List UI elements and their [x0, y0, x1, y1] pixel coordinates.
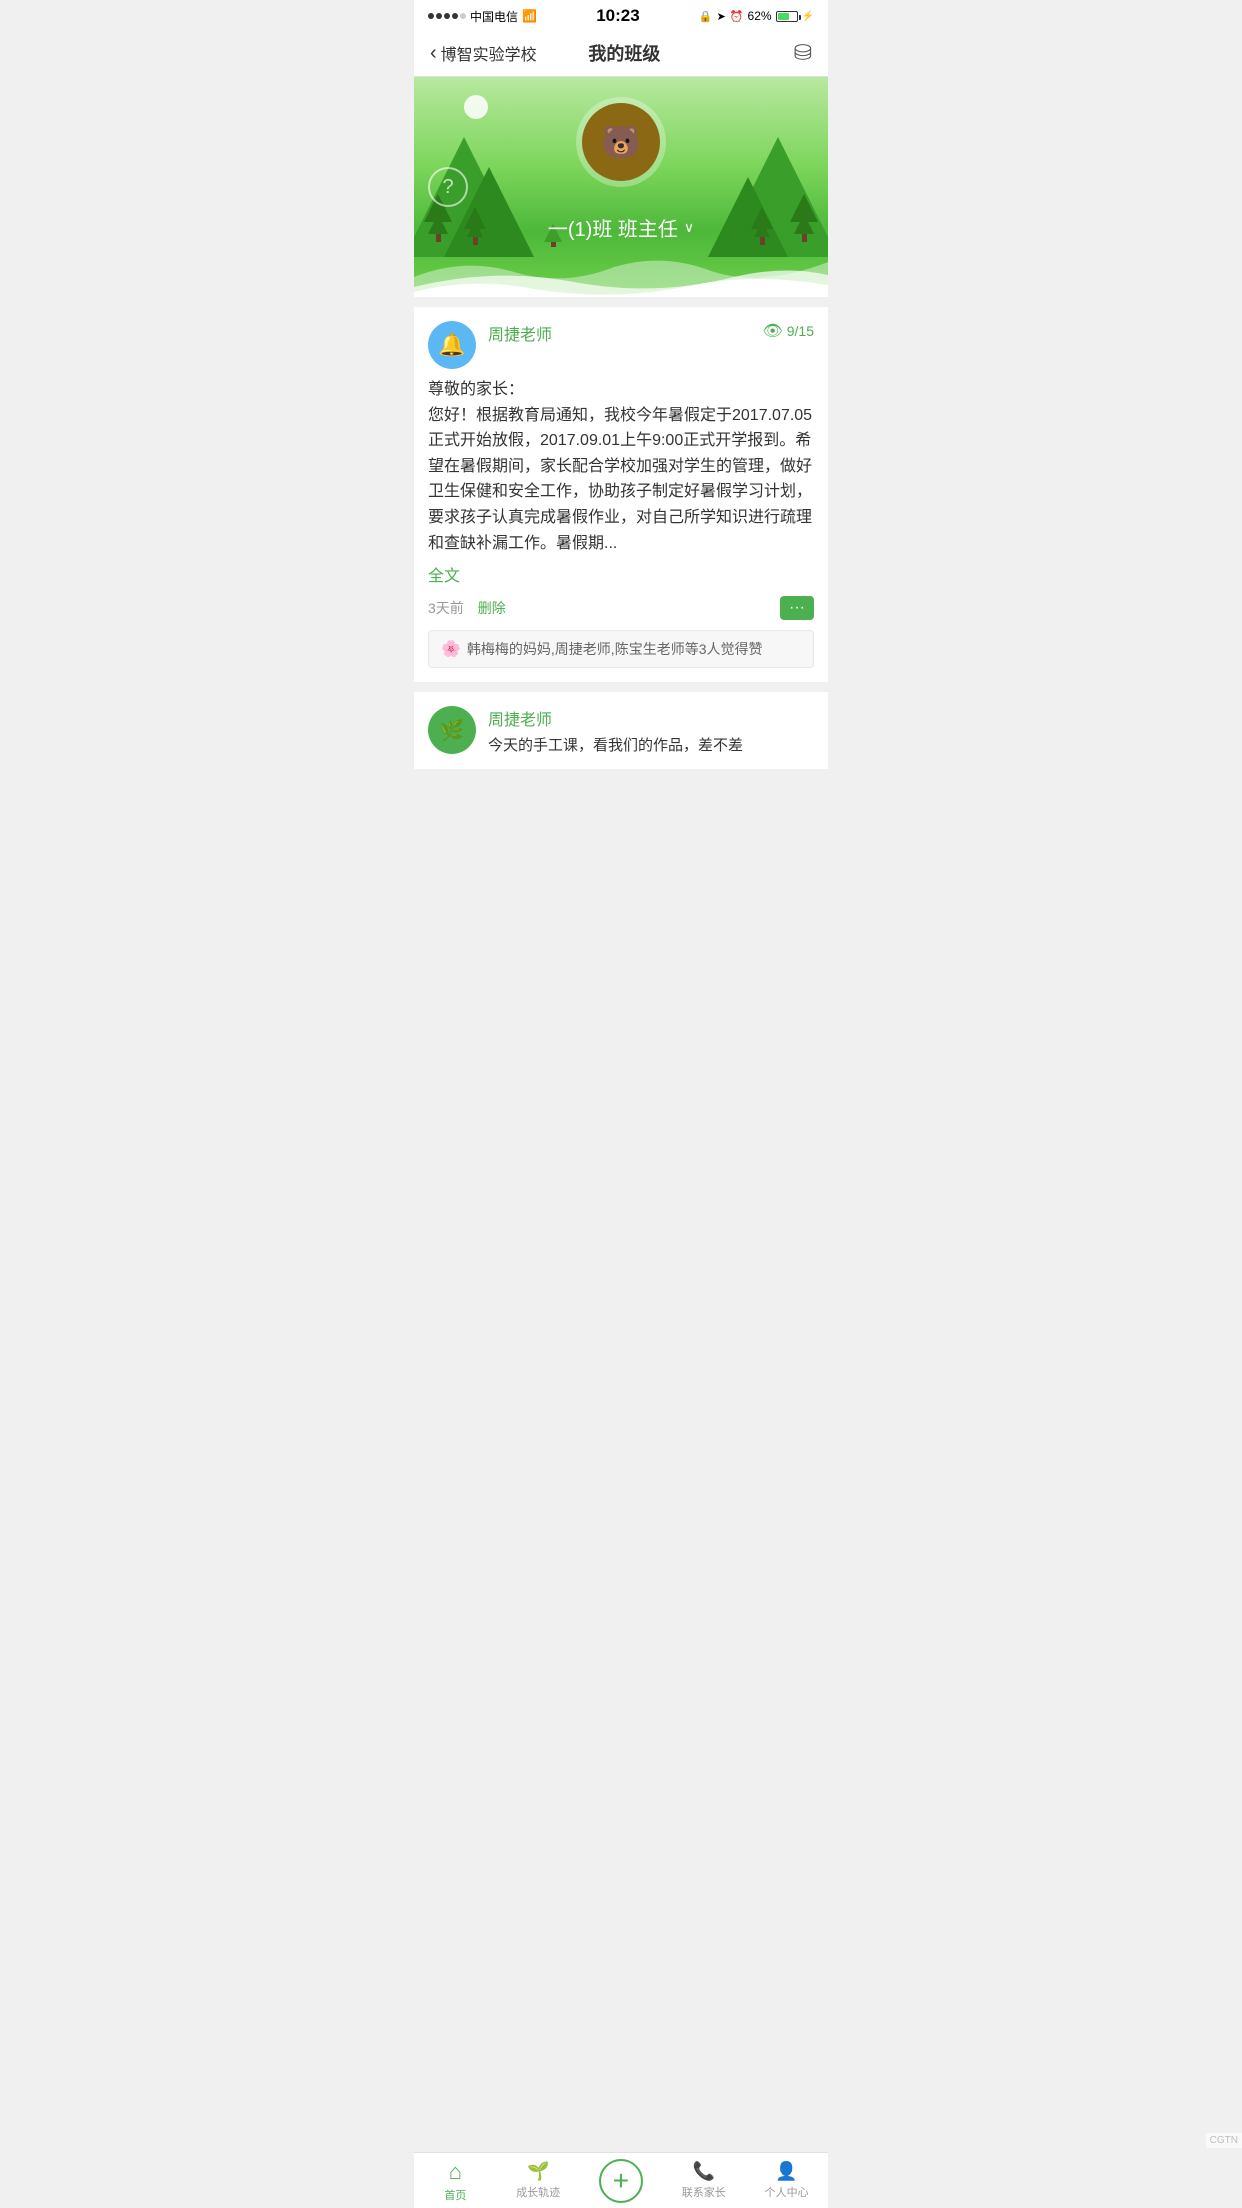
post-text-1: 您好！根据教育局通知，我校今年暑假定于2017.07.05正式开始放假，2017… [428, 403, 814, 557]
back-arrow-icon: ‹ [430, 42, 437, 65]
post-author-1[interactable]: 周捷老师 [488, 321, 750, 345]
wifi-icon: 📶 [522, 9, 537, 23]
nav-title: 我的班级 [537, 40, 712, 66]
plus-icon: + [613, 2165, 629, 2197]
tab-profile-label: 个人中心 [765, 2184, 809, 2200]
content-area: 🔔 周捷老师 👁 9/15 尊敬的家长： 您好！根据教育局通知，我校今年暑假定于… [414, 297, 828, 839]
tab-contact-label: 联系家长 [682, 2184, 726, 2200]
post-meta-1: 周捷老师 [488, 321, 750, 345]
battery-percent: 62% [748, 9, 772, 23]
nav-filter-area: ⛁ [712, 40, 812, 66]
post-view-count-1: 9/15 [787, 323, 814, 339]
tab-home-label: 首页 [444, 2187, 466, 2203]
signal-dots [428, 13, 466, 19]
question-mark-button[interactable]: ? [428, 167, 468, 207]
post-footer-1: 3天前 删除 ··· [428, 596, 814, 620]
nav-back-button[interactable]: ‹ 博智实验学校 [430, 41, 537, 65]
tab-add-button[interactable]: + [580, 2159, 663, 2203]
post-greeting-1: 尊敬的家长： [428, 377, 814, 403]
tab-growth[interactable]: 🌱 成长轨迹 [497, 2161, 580, 2200]
status-right: 🔒 ➤ ⏰ 62% ⚡ [699, 9, 814, 23]
post-header-1: 🔔 周捷老师 👁 9/15 [428, 321, 814, 369]
charging-icon: ⚡ [802, 11, 814, 22]
tab-growth-label: 成长轨迹 [516, 2184, 560, 2200]
home-icon: ⌂ [449, 2159, 462, 2185]
more-button-1[interactable]: ··· [780, 596, 814, 620]
filter-icon[interactable]: ⛁ [794, 40, 812, 66]
avatar: 🐻 [582, 103, 660, 181]
post-body-1: 尊敬的家长： 您好！根据教育局通知，我校今年暑假定于2017.07.05正式开始… [428, 377, 814, 556]
post-header-right-1: 👁 9/15 [762, 321, 814, 341]
read-more-button-1[interactable]: 全文 [428, 562, 814, 586]
status-time: 10:23 [596, 6, 639, 26]
location-icon: ➤ [717, 10, 726, 23]
add-circle: + [599, 2159, 643, 2203]
tab-bar: ⌂ 首页 🌱 成长轨迹 + 📞 联系家长 👤 个人中心 [414, 2152, 828, 2208]
post-time-1: 3天前 [428, 598, 464, 618]
watermark: CGTN [1206, 2133, 1242, 2148]
hero-wave [414, 247, 828, 297]
sun-decoration [464, 95, 488, 119]
post-partial-body-2: 周捷老师 今天的手工课，看我们的作品，差不差 [488, 706, 814, 755]
like-text-1: 韩梅梅的妈妈,周捷老师,陈宝生老师等3人觉得赞 [467, 639, 763, 659]
class-title[interactable]: 一(1)班 班主任 ∨ [414, 213, 828, 242]
tab-contact[interactable]: 📞 联系家长 [662, 2161, 745, 2200]
bell-icon: 🔔 [438, 332, 465, 358]
eye-icon: 👁 [762, 321, 782, 341]
post-card-2: 🌿 周捷老师 今天的手工课，看我们的作品，差不差 [414, 692, 828, 769]
status-bar: 中国电信 📶 10:23 🔒 ➤ ⏰ 62% ⚡ [414, 0, 828, 30]
avatar-emoji: 🐻 [601, 123, 641, 161]
class-label: 一(1)班 班主任 [548, 213, 678, 242]
phone-icon: 📞 [693, 2161, 715, 2182]
hero-banner: ? 🐻 一(1)班 班主任 ∨ [414, 77, 828, 297]
tab-home[interactable]: ⌂ 首页 [414, 2159, 497, 2203]
tab-profile[interactable]: 👤 个人中心 [745, 2161, 828, 2200]
growth-icon: 🌱 [527, 2161, 549, 2182]
chevron-down-icon: ∨ [684, 219, 694, 236]
avatar-ring: 🐻 [576, 97, 666, 187]
post-avatar-1: 🔔 [428, 321, 476, 369]
status-left: 中国电信 📶 [428, 8, 537, 25]
like-flower-icon: 🌸 [441, 639, 461, 659]
alarm-icon: ⏰ [730, 10, 744, 23]
post-views-1: 👁 9/15 [762, 321, 814, 341]
hero-avatar-area: 🐻 [576, 97, 666, 187]
post-likes-1: 🌸 韩梅梅的妈妈,周捷老师,陈宝生老师等3人觉得赞 [428, 630, 814, 668]
delete-button-1[interactable]: 删除 [478, 598, 506, 618]
carrier-label: 中国电信 [470, 8, 518, 25]
nav-back-label: 博智实验学校 [441, 41, 537, 65]
post-author-2[interactable]: 周捷老师 [488, 706, 814, 730]
battery-indicator [776, 11, 798, 22]
post-card-1: 🔔 周捷老师 👁 9/15 尊敬的家长： 您好！根据教育局通知，我校今年暑假定于… [414, 307, 828, 682]
post-avatar-2: 🌿 [428, 706, 476, 754]
person-icon: 👤 [775, 2161, 797, 2182]
nav-bar: ‹ 博智实验学校 我的班级 ⛁ [414, 30, 828, 77]
lock-icon: 🔒 [699, 10, 713, 23]
leaf-icon: 🌿 [440, 718, 465, 743]
post-preview-text-2: 今天的手工课，看我们的作品，差不差 [488, 734, 814, 755]
